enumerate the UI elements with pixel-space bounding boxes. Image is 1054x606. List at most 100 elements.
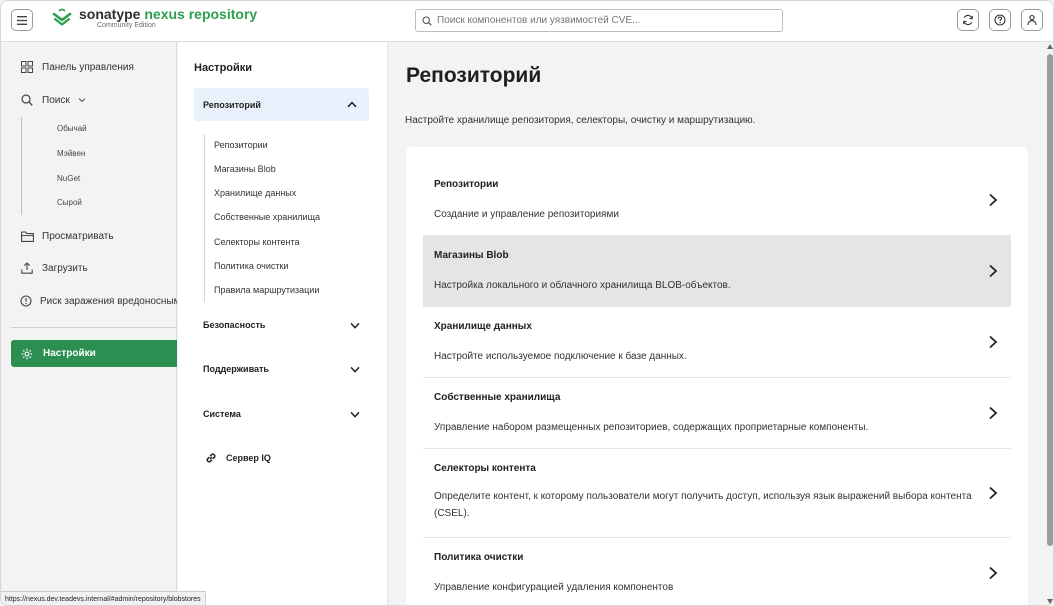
edition-label: Community Edition <box>97 22 156 29</box>
search-sub-item-custom[interactable]: Обычай <box>57 124 87 133</box>
refresh-button[interactable] <box>957 9 979 31</box>
chevron-right-icon <box>989 264 998 278</box>
alert-icon <box>20 294 32 308</box>
brand-name: sonatype nexus repository <box>79 7 257 21</box>
subnav-group-label: Система <box>203 409 241 419</box>
help-button[interactable] <box>989 9 1011 31</box>
subnav-link-data-store[interactable]: Хранилище данных <box>214 188 296 198</box>
chevron-down-icon <box>350 366 360 373</box>
main-content: Репозиторий Настройте хранилище репозито… <box>389 42 1045 605</box>
subnav-link-cleanup-policy[interactable]: Политика очистки <box>214 261 288 271</box>
row-title: Собственные хранилища <box>434 392 561 403</box>
folder-icon <box>20 229 34 243</box>
subnav-group-label: Репозиторий <box>203 99 261 110</box>
nav-item-malware-risk[interactable]: Риск заражения вредоносным ПО <box>1 289 177 313</box>
search-icon <box>20 93 34 107</box>
chevron-down-icon <box>78 98 86 103</box>
nav-item-label: Загрузить <box>42 262 88 274</box>
row-title: Политика очистки <box>434 552 524 563</box>
left-navigation: Панель управления Поиск Обычай Мэйвен Nu… <box>1 42 177 605</box>
row-title: Хранилище данных <box>434 321 532 332</box>
user-button[interactable] <box>1021 9 1043 31</box>
help-icon <box>994 14 1006 26</box>
chevron-right-icon <box>989 486 998 500</box>
subnav-group-support[interactable]: Поддерживать <box>203 364 360 374</box>
search-input[interactable] <box>437 15 767 26</box>
nav-item-label: Риск заражения вредоносным ПО <box>40 295 177 307</box>
user-icon <box>1027 14 1037 26</box>
top-header: sonatype nexus repository Community Edit… <box>1 1 1053 42</box>
nav-item-settings[interactable]: Настройки <box>11 340 177 367</box>
dashboard-icon <box>20 60 34 74</box>
nav-item-label: Панель управления <box>42 61 134 73</box>
scroll-down-arrow-icon[interactable] <box>1047 599 1053 604</box>
sonatype-logo-icon <box>52 8 72 26</box>
settings-subnav: Настройки Репозиторий Репозитории Магази… <box>178 42 388 605</box>
scroll-up-arrow-icon[interactable] <box>1047 44 1053 49</box>
nav-item-label: Настройки <box>43 348 96 359</box>
menu-toggle-button[interactable] <box>11 9 33 31</box>
search-icon <box>422 15 432 26</box>
search-sub-divider <box>21 117 22 215</box>
subnav-link-iq-server[interactable]: Сервер IQ <box>205 452 271 464</box>
subnav-group-label: Безопасность <box>203 320 266 330</box>
card-row-proprietary[interactable]: Собственные хранилища Управление набором… <box>423 378 1011 449</box>
iq-server-label: Сервер IQ <box>226 453 271 463</box>
card-row-data-store[interactable]: Хранилище данных Настройте используемое … <box>423 307 1011 378</box>
global-search[interactable] <box>415 9 783 32</box>
settings-card: Репозитории Создание и управление репози… <box>406 147 1028 605</box>
app-window: sonatype nexus repository Community Edit… <box>0 0 1054 606</box>
chevron-right-icon <box>989 193 998 207</box>
nav-item-label: Поиск <box>42 94 70 106</box>
gear-icon <box>21 347 35 361</box>
logo[interactable]: sonatype nexus repository Community Edit… <box>51 7 257 29</box>
subnav-link-blob-stores[interactable]: Магазины Blob <box>214 164 276 174</box>
subnav-tree-line <box>204 134 205 302</box>
subnav-link-routing-rules[interactable]: Правила маршрутизации <box>214 285 319 295</box>
card-row-blob-stores[interactable]: Магазины Blob Настройка локального и обл… <box>423 236 1011 307</box>
nav-item-label: Просматривать <box>42 230 114 242</box>
page-title: Репозиторий <box>406 64 542 87</box>
scrollbar-thumb[interactable] <box>1047 54 1053 546</box>
chevron-right-icon <box>989 406 998 420</box>
chevron-down-icon <box>350 322 360 329</box>
nav-item-search[interactable]: Поиск <box>1 88 177 112</box>
nav-item-upload[interactable]: Загрузить <box>1 256 177 280</box>
refresh-icon <box>963 14 973 26</box>
status-bar-url: https://nexus.dev.teadevs.internal/#admi… <box>1 591 206 605</box>
row-description: Управление конфигурацией удаления компон… <box>434 582 674 593</box>
search-sub-item-nuget[interactable]: NuGet <box>57 174 80 183</box>
subnav-link-repositories[interactable]: Репозитории <box>214 140 268 150</box>
subnav-title: Настройки <box>194 62 253 74</box>
card-row-repositories[interactable]: Репозитории Создание и управление репози… <box>423 165 1011 236</box>
card-row-content-selectors[interactable]: Селекторы контента Определите контент, к… <box>423 449 1011 538</box>
brand-prefix: sonatype <box>79 6 141 22</box>
row-title: Репозитории <box>434 179 499 190</box>
chevron-down-icon <box>350 411 360 418</box>
nav-divider <box>11 327 177 328</box>
subnav-group-repository[interactable]: Репозиторий <box>194 88 369 121</box>
subnav-group-system[interactable]: Система <box>203 409 360 419</box>
upload-icon <box>20 261 34 275</box>
subnav-group-label: Поддерживать <box>203 364 269 374</box>
page-description: Настройте хранилище репозитория, селекто… <box>405 115 756 126</box>
nav-item-dashboard[interactable]: Панель управления <box>1 55 177 79</box>
row-description: Создание и управление репозиториями <box>434 209 619 220</box>
subnav-link-proprietary[interactable]: Собственные хранилища <box>214 212 320 222</box>
chevron-up-icon <box>347 101 357 108</box>
nav-item-browse[interactable]: Просматривать <box>1 224 177 248</box>
row-description: Определите контент, к которому пользоват… <box>434 491 972 519</box>
search-sub-item-maven[interactable]: Мэйвен <box>57 149 85 158</box>
row-description: Управление набором размещенных репозитор… <box>434 422 869 433</box>
row-description: Настройте используемое подключение к баз… <box>434 351 687 362</box>
chevron-right-icon <box>989 566 998 580</box>
row-description: Настройка локального и облачного хранили… <box>434 280 731 291</box>
subnav-group-security[interactable]: Безопасность <box>203 320 360 330</box>
search-sub-item-raw[interactable]: Сырой <box>57 198 82 207</box>
link-icon <box>206 453 216 463</box>
hamburger-icon <box>17 15 27 25</box>
row-title: Магазины Blob <box>434 250 509 261</box>
subnav-link-content-selectors[interactable]: Селекторы контента <box>214 237 300 247</box>
main-scrollbar[interactable] <box>1045 42 1053 605</box>
card-row-cleanup-policy[interactable]: Политика очистки Управление конфигурацие… <box>423 538 1011 605</box>
